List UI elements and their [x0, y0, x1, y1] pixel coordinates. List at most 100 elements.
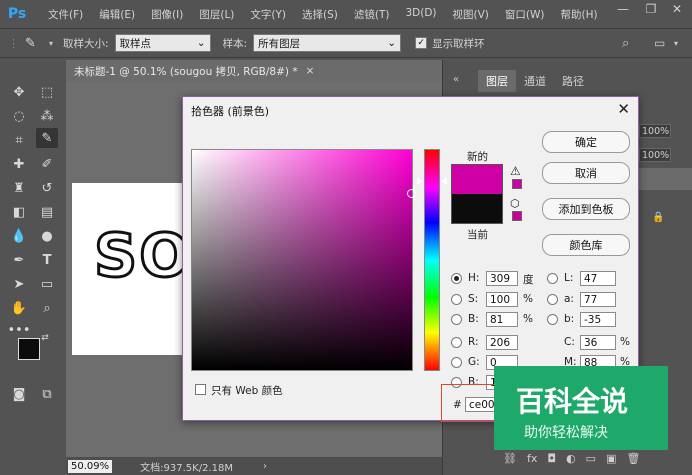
- tab-layers[interactable]: 图层: [478, 70, 516, 92]
- foreground-color-swatch[interactable]: [18, 338, 40, 360]
- close-tab-icon[interactable]: ×: [306, 65, 315, 77]
- dodge-tool-icon[interactable]: ●: [36, 226, 58, 246]
- eyedropper-tool-preset-icon[interactable]: ✎: [25, 36, 49, 51]
- lab-b-input[interactable]: -35: [580, 312, 616, 327]
- sample-size-select[interactable]: 取样点 ⌄: [114, 34, 211, 52]
- healing-brush-icon[interactable]: ✚: [8, 154, 30, 174]
- chevron-down-icon[interactable]: ▾: [49, 39, 53, 48]
- lasso-tool-icon[interactable]: ◌: [8, 106, 30, 126]
- restore-button[interactable]: ❐: [638, 0, 664, 18]
- sample-select[interactable]: 所有图层 ⌄: [253, 34, 402, 52]
- menu-image[interactable]: 图像(I): [143, 7, 191, 22]
- s-label: S:: [468, 293, 479, 305]
- close-window-button[interactable]: ✕: [664, 0, 690, 18]
- quick-mask-icon[interactable]: ◙: [8, 384, 30, 404]
- rectangle-tool-icon[interactable]: ▭: [36, 274, 58, 294]
- eraser-tool-icon[interactable]: ◧: [8, 202, 30, 222]
- fill-value[interactable]: 100%: [639, 148, 671, 162]
- add-to-swatches-button[interactable]: 添加到色板: [542, 198, 630, 220]
- marquee-tool-icon[interactable]: ⬚: [36, 82, 58, 102]
- pen-tool-icon[interactable]: ✒: [8, 250, 30, 270]
- type-tool-icon[interactable]: T: [36, 250, 58, 270]
- cancel-button[interactable]: 取消: [542, 162, 630, 184]
- swap-colors-icon[interactable]: ⇄: [38, 332, 52, 344]
- g-radio[interactable]: [451, 357, 462, 368]
- chevron-down-icon[interactable]: ▾: [674, 39, 678, 48]
- a-input[interactable]: 77: [580, 292, 616, 307]
- document-tab[interactable]: 未标题-1 @ 50.1% (sougou 拷贝, RGB/8#) * ×: [66, 60, 442, 82]
- eyedropper-tool-icon[interactable]: ✎: [36, 128, 58, 148]
- menu-filter[interactable]: 滤镜(T): [346, 7, 398, 22]
- tab-paths[interactable]: 路径: [554, 70, 592, 92]
- blur-tool-icon[interactable]: 💧: [8, 226, 30, 246]
- menu-layer[interactable]: 图层(L): [191, 7, 242, 22]
- r-input[interactable]: 206: [486, 335, 518, 350]
- menu-type[interactable]: 文字(Y): [242, 7, 294, 22]
- move-tool-icon[interactable]: ✥: [8, 82, 30, 102]
- web-colors-checkbox[interactable]: [195, 384, 206, 395]
- screen-mode-icon[interactable]: ⧉: [36, 384, 58, 404]
- color-libraries-button[interactable]: 颜色库: [542, 234, 630, 256]
- menu-3d[interactable]: 3D(D): [397, 7, 444, 22]
- tab-channels[interactable]: 通道: [516, 70, 554, 92]
- gamut-color-swatch[interactable]: [512, 179, 522, 189]
- gradient-tool-icon[interactable]: ▤: [36, 202, 58, 222]
- layer-row-selected[interactable]: [639, 168, 692, 190]
- chevron-right-icon[interactable]: ›: [263, 461, 267, 472]
- s-input[interactable]: 100: [486, 292, 518, 307]
- new-layer-icon[interactable]: ▣: [606, 452, 616, 465]
- l-input[interactable]: 47: [580, 271, 616, 286]
- clone-stamp-icon[interactable]: ♜: [8, 178, 30, 198]
- opacity-value[interactable]: 100%: [639, 124, 671, 138]
- warning-icon[interactable]: ⚠: [510, 164, 521, 178]
- web-safe-swatch[interactable]: [512, 211, 522, 221]
- color-field[interactable]: [191, 149, 413, 371]
- path-selection-icon[interactable]: ➤: [8, 274, 30, 294]
- hue-slider-handle-left[interactable]: [417, 177, 423, 185]
- hue-slider-handle-right[interactable]: [441, 177, 447, 185]
- l-radio[interactable]: [547, 273, 558, 284]
- s-radio[interactable]: [451, 294, 462, 305]
- adjustment-icon[interactable]: ◐: [566, 452, 576, 465]
- search-icon[interactable]: ⌕: [622, 36, 629, 51]
- c-input[interactable]: 36: [580, 335, 616, 350]
- b-input[interactable]: 81: [486, 312, 518, 327]
- document-canvas[interactable]: SO: [72, 183, 192, 355]
- menu-file[interactable]: 文件(F): [40, 7, 91, 22]
- zoom-tool-icon[interactable]: ⌕: [36, 298, 58, 318]
- show-ring-checkbox[interactable]: ✓: [415, 37, 428, 49]
- lab-b-radio[interactable]: [547, 314, 558, 325]
- link-layers-icon[interactable]: ⛓: [503, 452, 517, 465]
- collapse-panel-icon[interactable]: «: [453, 74, 459, 85]
- crop-tool-icon[interactable]: ⌗: [8, 130, 30, 150]
- ok-button[interactable]: 确定: [542, 131, 630, 153]
- brush-tool-icon[interactable]: ✐: [36, 154, 58, 174]
- more-tools-icon[interactable]: •••: [8, 320, 31, 340]
- h-input[interactable]: 309: [486, 271, 518, 286]
- color-field-picker[interactable]: [407, 189, 416, 198]
- r-radio[interactable]: [451, 337, 462, 348]
- trash-icon[interactable]: 🗑: [626, 452, 640, 465]
- h-radio[interactable]: [451, 273, 462, 284]
- workspace-icon[interactable]: ▭: [654, 36, 665, 50]
- close-icon[interactable]: ✕: [617, 100, 630, 118]
- b-radio[interactable]: [451, 314, 462, 325]
- menu-view[interactable]: 视图(V): [445, 7, 497, 22]
- chevron-down-icon: ⌄: [196, 37, 206, 49]
- menu-help[interactable]: 帮助(H): [553, 7, 606, 22]
- fx-icon[interactable]: fx: [527, 452, 537, 465]
- menu-edit[interactable]: 编辑(E): [91, 7, 143, 22]
- magic-wand-icon[interactable]: ⁂: [36, 106, 58, 126]
- group-icon[interactable]: ▭: [586, 452, 596, 465]
- mask-icon[interactable]: ◘: [547, 452, 556, 465]
- minimize-button[interactable]: —: [610, 0, 636, 18]
- cube-icon[interactable]: ⬡: [510, 197, 520, 210]
- current-color-swatch[interactable]: [451, 194, 503, 224]
- menu-window[interactable]: 窗口(W): [497, 7, 553, 22]
- hand-tool-icon[interactable]: ✋: [8, 298, 30, 318]
- a-radio[interactable]: [547, 294, 558, 305]
- menu-select[interactable]: 选择(S): [294, 7, 346, 22]
- hue-slider[interactable]: [424, 149, 440, 371]
- zoom-level[interactable]: 50.09%: [68, 459, 113, 473]
- history-brush-icon[interactable]: ↺: [36, 178, 58, 198]
